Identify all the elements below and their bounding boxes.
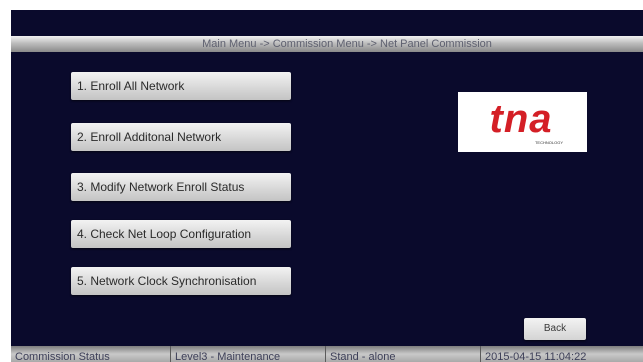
enroll-additional-network-button[interactable]: 2. Enroll Additonal Network [71, 123, 291, 151]
commission-status-cell: Commission Status [15, 351, 110, 362]
modify-network-enroll-status-button[interactable]: 3. Modify Network Enroll Status [71, 173, 291, 201]
back-button[interactable]: Back [524, 318, 586, 340]
svg-text:TECHNOLOGY: TECHNOLOGY [535, 140, 563, 145]
datetime-cell: 2015-04-15 11:04:22 [485, 351, 587, 362]
svg-text:tna: tna [490, 97, 553, 141]
mode-cell: Stand - alone [330, 351, 396, 362]
title-bar: Main Menu -> Commission Menu -> Net Pane… [11, 36, 643, 52]
network-clock-synchronisation-button[interactable]: 5. Network Clock Synchronisation [71, 267, 291, 295]
tna-logo-graphic: tna TECHNOLOGY [490, 97, 564, 145]
panel-screen: Main Menu -> Commission Menu -> Net Pane… [11, 10, 643, 362]
status-bar: Commission Status Level3 - Maintenance S… [11, 346, 643, 362]
access-level-cell: Level3 - Maintenance [175, 351, 281, 362]
tna-logo: tna TECHNOLOGY [458, 92, 587, 152]
breadcrumb: Main Menu -> Commission Menu -> Net Pane… [202, 38, 492, 50]
check-net-loop-configuration-button[interactable]: 4. Check Net Loop Configuration [71, 220, 291, 248]
enroll-all-network-button[interactable]: 1. Enroll All Network [71, 72, 291, 100]
